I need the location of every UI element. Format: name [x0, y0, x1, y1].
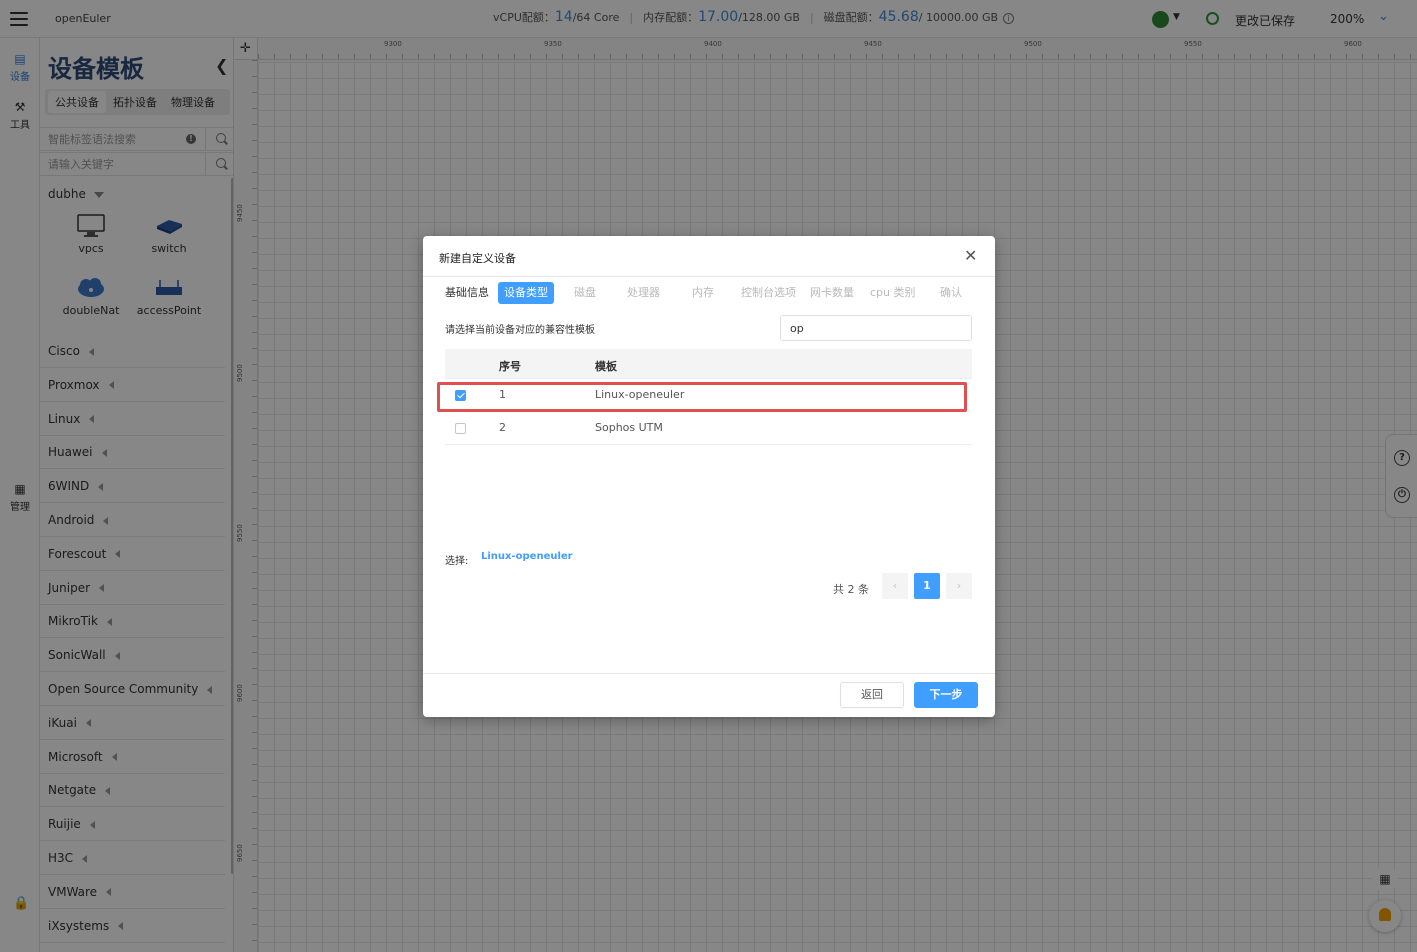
step-processor[interactable]: 处理器 — [627, 282, 660, 304]
row-checkbox[interactable] — [455, 390, 466, 401]
prev-page-icon[interactable]: ‹ — [882, 573, 908, 599]
row-template: Linux-openeuler — [595, 388, 685, 401]
template-table: 序号 模板 1 Linux-openeuler 2 Sophos UTM — [445, 349, 972, 445]
row-no: 1 — [499, 388, 506, 401]
step-memory[interactable]: 内存 — [692, 282, 714, 304]
page-number[interactable]: 1 — [914, 573, 940, 599]
step-nic-count[interactable]: 网卡数量 — [810, 282, 854, 304]
template-filter-input[interactable] — [780, 315, 972, 341]
step-disk[interactable]: 磁盘 — [574, 282, 596, 304]
new-custom-device-dialog: 新建自定义设备 ✕ 基础信息 设备类型 磁盘 处理器 内存 控制台选项 网卡数量… — [423, 236, 995, 717]
template-hint: 请选择当前设备对应的兼容性模板 — [445, 325, 595, 336]
step-basic-info[interactable]: 基础信息 — [445, 282, 489, 304]
row-template: Sophos UTM — [595, 421, 663, 434]
step-confirm[interactable]: 确认 — [940, 282, 962, 304]
pagination-total: 共 2 条 — [833, 583, 869, 596]
row-no: 2 — [499, 421, 506, 434]
table-header: 序号 模板 — [445, 349, 972, 379]
step-device-type[interactable]: 设备类型 — [498, 282, 554, 304]
back-button[interactable]: 返回 — [840, 682, 904, 708]
dialog-title: 新建自定义设备 — [439, 252, 516, 265]
row-checkbox[interactable] — [455, 423, 466, 434]
table-row[interactable]: 2 Sophos UTM — [445, 412, 972, 445]
col-no: 序号 — [499, 360, 521, 373]
table-row[interactable]: 1 Linux-openeuler — [445, 379, 972, 412]
next-page-icon[interactable]: › — [946, 573, 972, 599]
selected-template: Linux-openeuler — [481, 551, 573, 562]
close-icon[interactable]: ✕ — [964, 248, 977, 264]
next-step-button[interactable]: 下一步 — [914, 682, 978, 708]
col-template: 模板 — [595, 360, 617, 373]
step-cpu-type[interactable]: cpu 类别 — [870, 282, 916, 304]
selected-label: 选择: — [445, 556, 469, 567]
step-console[interactable]: 控制台选项 — [741, 282, 796, 304]
